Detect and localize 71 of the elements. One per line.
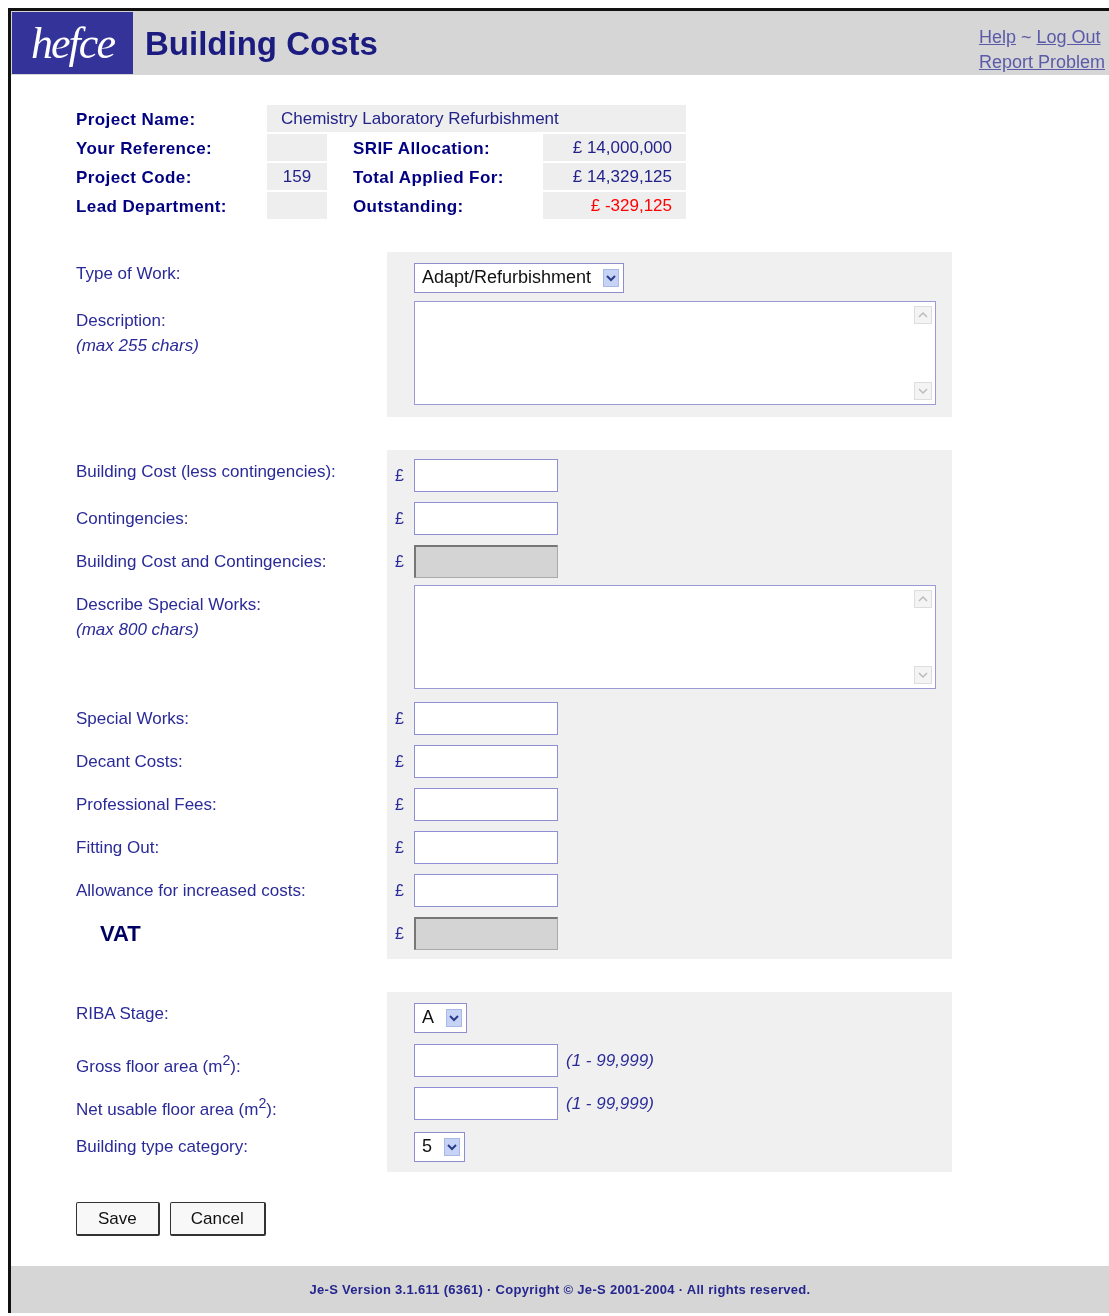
currency-symbol: £ — [395, 752, 404, 770]
field-label: VAT — [99, 921, 142, 946]
amount-field[interactable] — [414, 702, 558, 735]
summary-label: Total Applied For: — [352, 167, 505, 189]
field-label: Contingencies: — [76, 508, 190, 530]
link-separator: ~ — [1020, 26, 1032, 49]
chevron-down-icon — [444, 1137, 460, 1156]
summary-label: Your Reference: — [76, 138, 214, 160]
summary-label: SRIF Allocation: — [352, 138, 492, 160]
summary-label: Outstanding: — [352, 196, 465, 218]
text-area[interactable] — [414, 301, 936, 405]
amount-field[interactable] — [414, 874, 558, 907]
summary-label: Lead Department: — [76, 196, 228, 218]
summary-value: £ -329,125 — [543, 192, 686, 219]
currency-symbol: £ — [395, 552, 404, 570]
form-button[interactable]: Cancel — [169, 1202, 266, 1236]
dropdown[interactable]: Adapt/Refurbishment — [414, 262, 625, 293]
form-button[interactable]: Save — [76, 1202, 160, 1236]
range-hint: (1 - 99,999) — [566, 1093, 654, 1114]
field-label: Professional Fees: — [76, 794, 218, 816]
range-hint: (1 - 99,999) — [566, 1050, 654, 1071]
text-area[interactable] — [414, 585, 936, 689]
amount-field[interactable] — [414, 459, 558, 492]
scroll-up-icon[interactable] — [914, 306, 932, 324]
chevron-down-icon — [446, 1008, 462, 1027]
field-label: RIBA Stage: — [76, 1003, 170, 1025]
report-problem-link[interactable]: Report Problem — [978, 50, 1105, 75]
field-note: (max 255 chars) — [76, 335, 200, 357]
scroll-up-icon[interactable] — [914, 590, 932, 608]
amount-field[interactable] — [414, 831, 558, 864]
summary-label: Project Name: — [76, 109, 197, 131]
page-title: Building Costs — [145, 24, 379, 63]
field-label: Allowance for increased costs: — [76, 880, 307, 902]
currency-symbol: £ — [395, 709, 404, 727]
amount-field[interactable] — [414, 502, 558, 535]
scroll-down-icon[interactable] — [914, 666, 932, 684]
field-label: Describe Special Works: — [76, 594, 262, 616]
amount-field[interactable] — [414, 745, 558, 778]
logo: hefce — [12, 12, 133, 74]
field-label: Building Cost (less contingencies): — [76, 461, 337, 483]
chevron-down-icon — [603, 268, 620, 287]
field-label: Gross floor area (m$^{2}$): — [76, 1051, 242, 1078]
field-label: Building Cost and Contingencies: — [76, 551, 328, 573]
amount-field[interactable] — [414, 788, 558, 821]
currency-symbol: £ — [395, 924, 404, 942]
summary-label: Project Code: — [76, 167, 193, 189]
field-label: Decant Costs: — [76, 751, 184, 773]
field-label: Fitting Out: — [76, 837, 161, 859]
scroll-down-icon[interactable] — [914, 382, 932, 400]
summary-value: 159 — [267, 163, 327, 190]
field-label: Type of Work: — [76, 263, 182, 285]
field-label: Description: — [76, 310, 167, 332]
summary-value: Chemistry Laboratory Refurbishment — [267, 105, 686, 132]
dropdown[interactable]: 5 — [414, 1131, 465, 1162]
currency-symbol: £ — [395, 838, 404, 856]
field-note: (max 800 chars) — [76, 619, 200, 641]
currency-symbol: £ — [395, 795, 404, 813]
field-label: Building type category: — [76, 1136, 249, 1158]
summary-value: £ 14,329,125 — [543, 163, 686, 190]
field-label: Special Works: — [76, 708, 191, 730]
currency-symbol: £ — [395, 881, 404, 899]
dropdown[interactable]: A — [414, 1002, 467, 1033]
header-link[interactable]: Log Out — [1036, 25, 1101, 50]
field-label: Net usable floor area (m$^{2}$): — [76, 1094, 278, 1121]
header-link[interactable]: Help — [978, 25, 1016, 50]
currency-symbol: £ — [395, 509, 404, 527]
currency-symbol: £ — [395, 466, 404, 484]
summary-value: £ 14,000,000 — [543, 134, 686, 161]
area-field[interactable] — [414, 1044, 558, 1077]
area-field[interactable] — [414, 1087, 558, 1120]
footer-text: Je-S Version 3.1.611 (6361) · Copyright © Je-S 2001-2004 · All rights reserved. — [309, 1282, 811, 1297]
